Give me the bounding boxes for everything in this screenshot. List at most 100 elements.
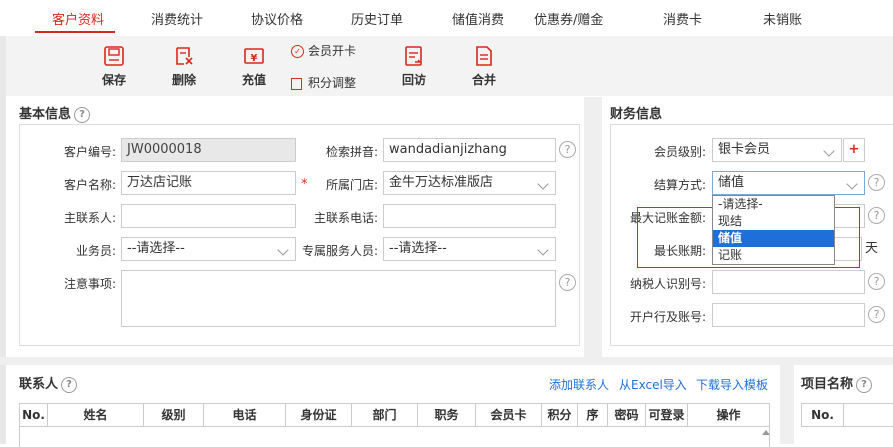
chevron-down-icon xyxy=(846,178,858,190)
store-select[interactable]: 金牛万达标准版店 xyxy=(383,171,556,195)
project-title: 项目名称? xyxy=(801,373,873,393)
option-please-select[interactable]: -请选择- xyxy=(713,196,834,213)
col-position: 职务 xyxy=(418,404,476,426)
delete-button[interactable]: 删除 xyxy=(164,45,204,88)
finance-info-title: 财务信息 xyxy=(610,107,663,122)
add-level-button[interactable]: + xyxy=(843,138,865,162)
col-can-login: 可登录 xyxy=(646,404,688,426)
salesman-select[interactable]: --请选择-- xyxy=(121,237,296,261)
settlement-label: 结算方式: xyxy=(653,178,706,192)
toolbar: 保存 删除 ¥ 充值 ✓ 会员开卡 积分调整 回访 合并 xyxy=(6,36,893,96)
tax-id-label: 纳税人识别号: xyxy=(629,277,706,291)
contacts-table-header: No. 姓名 级别 电话 身份证 部门 职务 会员卡 积分 序 密码 可登录 操… xyxy=(19,403,770,427)
chevron-down-icon xyxy=(537,178,549,190)
tab-stored-value[interactable]: 储值消费 xyxy=(452,9,504,28)
col-no: No. xyxy=(802,404,844,426)
col-member-card: 会员卡 xyxy=(476,404,542,426)
phone-label: 主联系电话: xyxy=(313,211,378,225)
notes-help-icon[interactable]: ? xyxy=(559,274,576,291)
tab-coupons[interactable]: 优惠券/赠金 xyxy=(534,9,603,28)
tab-consumption-card[interactable]: 消费卡 xyxy=(663,9,702,28)
points-icon xyxy=(291,77,302,90)
phone-field[interactable] xyxy=(383,204,556,228)
contact-field[interactable] xyxy=(121,204,296,228)
option-on-account[interactable]: 记账 xyxy=(713,247,834,264)
top-tab-bar: 客户资料 消费统计 协议价格 历史订单 储值消费 优惠券/赠金 消费卡 未销账 xyxy=(0,0,893,34)
member-level-select[interactable]: 银卡会员 xyxy=(712,138,842,162)
settlement-help-icon[interactable]: ? xyxy=(868,174,885,191)
tax-id-field[interactable] xyxy=(712,270,865,294)
panel-separator xyxy=(584,97,602,357)
project-table-header: No. xyxy=(801,403,893,427)
option-stored-value[interactable]: 储值 xyxy=(713,230,834,247)
right-separator xyxy=(780,365,794,444)
col-actions: 操作 xyxy=(716,408,741,422)
col-id-card: 身份证 xyxy=(286,404,352,426)
pinyin-label: 检索拼音: xyxy=(325,145,378,159)
notes-label: 注意事项: xyxy=(63,277,116,291)
chevron-down-icon xyxy=(823,145,835,157)
col-department: 部门 xyxy=(352,404,418,426)
import-excel-link[interactable]: 从Excel导入 xyxy=(619,376,687,393)
bank-help-icon[interactable]: ? xyxy=(868,306,885,323)
pinyin-field[interactable]: wandadianjizhang xyxy=(383,138,556,162)
tab-unsettled[interactable]: 未销账 xyxy=(763,9,802,28)
notes-textarea[interactable] xyxy=(121,270,556,327)
tab-agreement-price[interactable]: 协议价格 xyxy=(251,9,303,28)
download-template-link[interactable]: 下载导入模板 xyxy=(696,376,768,393)
section-separator xyxy=(0,357,893,365)
delete-icon xyxy=(176,47,193,65)
customer-no-field: JW0000018 xyxy=(121,138,296,162)
customer-no-label: 客户编号: xyxy=(63,145,116,159)
col-order: 序 xyxy=(578,404,608,426)
member-level-label: 会员级别: xyxy=(653,145,706,159)
settlement-select[interactable]: 储值 xyxy=(712,171,865,195)
customer-name-label: 客户名称: xyxy=(63,178,116,192)
merge-button[interactable]: 合并 xyxy=(464,45,504,88)
chevron-down-icon xyxy=(537,244,549,256)
col-name: 姓名 xyxy=(48,404,144,426)
col-no: No. xyxy=(20,404,48,426)
service-staff-select[interactable]: --请选择-- xyxy=(383,237,556,261)
salesman-label: 业务员: xyxy=(75,244,116,258)
col-phone: 电话 xyxy=(204,404,286,426)
contact-label: 主联系人: xyxy=(63,211,116,225)
pinyin-help-icon[interactable]: ? xyxy=(559,141,576,158)
save-icon xyxy=(104,46,124,66)
store-label: 所属门店: xyxy=(325,178,378,192)
contacts-title: 联系人? xyxy=(19,373,78,393)
svg-text:¥: ¥ xyxy=(251,53,258,64)
recharge-button[interactable]: ¥ 充值 xyxy=(234,45,274,88)
merge-icon xyxy=(476,46,492,66)
save-button[interactable]: 保存 xyxy=(94,45,134,88)
scroll-up-arrow[interactable] xyxy=(762,430,770,435)
points-adjust-button[interactable]: 积分调整 xyxy=(291,74,356,91)
help-icon[interactable]: ? xyxy=(856,376,873,393)
add-contact-link[interactable]: 添加联系人 xyxy=(549,376,609,393)
bank-account-field[interactable] xyxy=(712,303,865,327)
open-card-button[interactable]: ✓ 会员开卡 xyxy=(291,42,356,59)
help-icon[interactable]: ? xyxy=(74,106,91,123)
tab-customer-info[interactable]: 客户资料 xyxy=(52,9,104,28)
max-amount-help-icon[interactable]: ? xyxy=(868,207,885,224)
col-level: 级别 xyxy=(144,404,204,426)
settlement-dropdown: -请选择- 现结 储值 记账 xyxy=(712,195,835,265)
tab-consumption-stats[interactable]: 消费统计 xyxy=(151,9,203,28)
left-edge-strip xyxy=(0,36,6,444)
basic-info-title: 基本信息? xyxy=(19,103,91,123)
tab-history-orders[interactable]: 历史订单 xyxy=(351,9,403,28)
recharge-icon: ¥ xyxy=(244,48,264,64)
customer-name-field[interactable]: 万达店记账 xyxy=(121,171,296,195)
bank-account-label: 开户行及账号: xyxy=(629,310,706,324)
col-password: 密码 xyxy=(608,404,646,426)
help-icon[interactable]: ? xyxy=(61,376,78,393)
active-tab-indicator xyxy=(35,31,115,33)
check-circle-icon: ✓ xyxy=(291,45,304,58)
option-cash[interactable]: 现结 xyxy=(713,213,834,230)
col-points: 积分 xyxy=(542,404,578,426)
service-staff-label: 专属服务人员: xyxy=(301,244,378,258)
contacts-table-body xyxy=(19,427,770,447)
revisit-button[interactable]: 回访 xyxy=(394,45,434,88)
days-unit: 天 xyxy=(865,241,879,256)
tax-help-icon[interactable]: ? xyxy=(868,273,885,290)
